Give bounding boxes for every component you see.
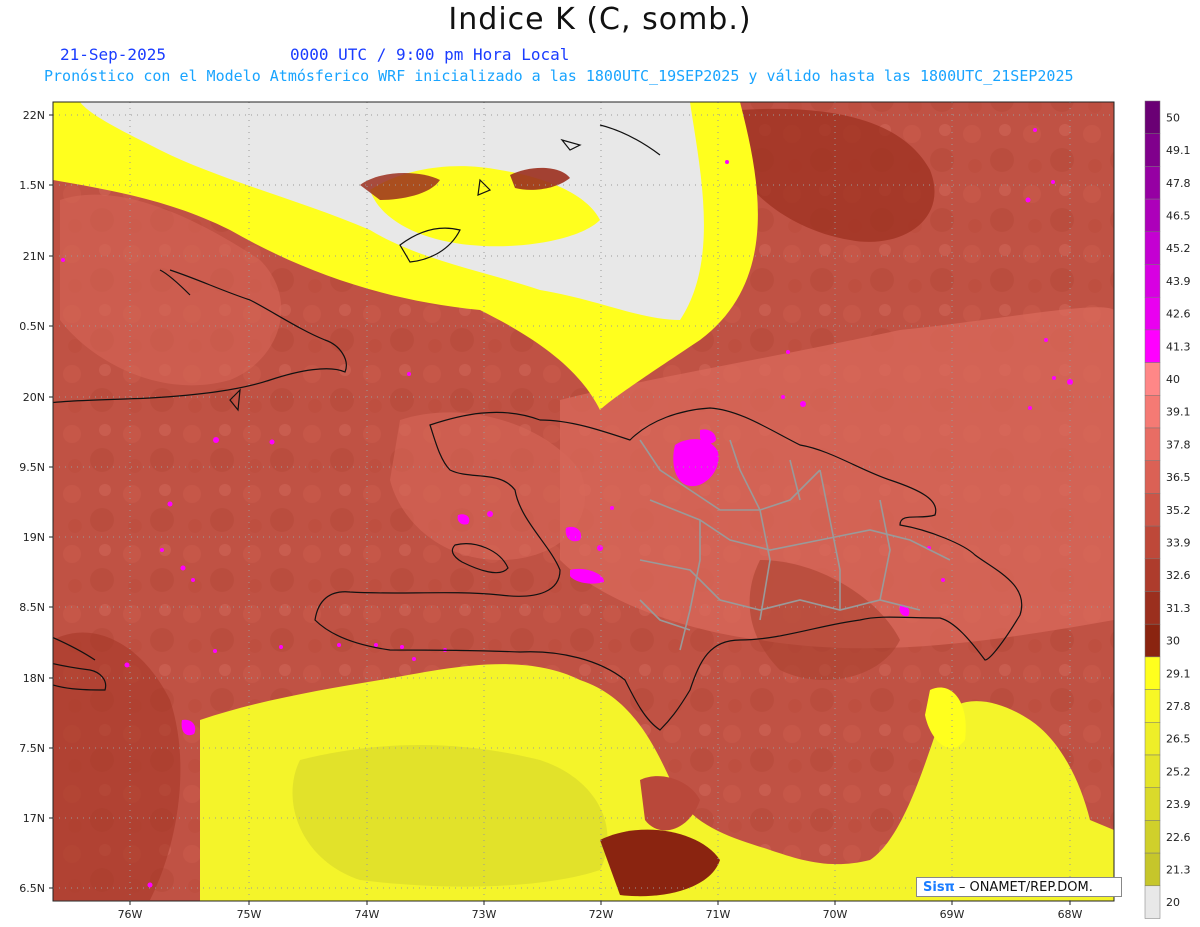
colorbar-label: 21.3	[1166, 863, 1191, 876]
colorbar-label: 33.9	[1166, 536, 1191, 549]
colorbar-swatch	[1144, 623, 1161, 658]
lat-label: 7.5N	[19, 742, 45, 755]
lon-label: 76W	[118, 908, 143, 921]
map-area	[53, 102, 1114, 901]
lat-label: 8.5N	[19, 601, 45, 614]
colorbar-label: 32.6	[1166, 569, 1191, 582]
colorbar-label: 50	[1166, 111, 1180, 124]
lat-label: 1.5N	[19, 179, 45, 192]
colorbar-label: 43.9	[1166, 275, 1191, 288]
map-figure: 22N 1.5N 21N 0.5N 20N 9.5N 19N 8.5N 18N …	[19, 100, 1191, 921]
colorbar-swatch	[1144, 820, 1161, 854]
lon-label: 73W	[472, 908, 497, 921]
colorbar-label: 46.5	[1166, 209, 1191, 222]
colorbar-label: 23.9	[1166, 798, 1191, 811]
lat-label: 22N	[23, 109, 45, 122]
colorbar-swatch	[1144, 133, 1161, 167]
colorbar-label: 36.5	[1166, 471, 1191, 484]
colorbar-swatch	[1144, 198, 1161, 233]
lat-label: 20N	[23, 391, 45, 404]
colorbar-label: 25.2	[1166, 765, 1191, 778]
lon-label: 72W	[589, 908, 614, 921]
latitude-labels: 22N 1.5N 21N 0.5N 20N 9.5N 19N 8.5N 18N …	[19, 109, 45, 895]
colorbar-swatch	[1144, 362, 1161, 396]
credit-text: – ONAMET/REP.DOM.	[958, 879, 1093, 895]
colorbar-label: 42.6	[1166, 308, 1191, 321]
lon-label: 75W	[237, 908, 262, 921]
credit-badge: Sisπ – ONAMET/REP.DOM.	[916, 877, 1122, 897]
colorbar-label: 20	[1166, 896, 1180, 909]
colorbar-label: 37.8	[1166, 438, 1191, 451]
colorbar-label: 39.1	[1166, 406, 1191, 419]
lon-label: 71W	[706, 908, 731, 921]
colorbar-swatch	[1144, 754, 1161, 788]
colorbar-swatch	[1144, 525, 1161, 560]
colorbar-swatch	[1144, 460, 1161, 494]
colorbar-swatch	[1144, 100, 1161, 134]
colorbar-swatch	[1144, 852, 1161, 887]
colorbar-label: 41.3	[1166, 340, 1191, 353]
colorbar-swatch	[1144, 395, 1161, 429]
credit-brand: Sisπ	[923, 879, 955, 895]
lon-label: 70W	[823, 908, 848, 921]
colorbar-label: 47.8	[1166, 177, 1191, 190]
colorbar-swatch	[1144, 427, 1161, 461]
colorbar: 50 49.1 47.8 46.5 45.2 43.9 42.6 41.3 40 39.1 37.8…	[1144, 100, 1191, 919]
colorbar-swatch	[1144, 493, 1161, 527]
lat-label: 17N	[23, 812, 45, 825]
lon-label: 68W	[1058, 908, 1083, 921]
colorbar-label: 40	[1166, 373, 1180, 386]
colorbar-label: 30	[1166, 635, 1180, 648]
colorbar-swatch	[1144, 689, 1161, 723]
colorbar-label: 49.1	[1166, 144, 1191, 157]
colorbar-swatch	[1144, 885, 1161, 919]
colorbar-swatch	[1144, 329, 1161, 363]
colorbar-swatch	[1144, 591, 1161, 625]
colorbar-swatch	[1144, 722, 1161, 756]
colorbar-label: 27.8	[1166, 700, 1191, 713]
colorbar-swatch	[1144, 787, 1161, 821]
lon-label: 69W	[940, 908, 965, 921]
longitude-labels: 76W 75W 74W 73W 72W 71W 70W 69W 68W	[118, 908, 1083, 921]
colorbar-swatch	[1144, 656, 1161, 690]
colorbar-swatch	[1144, 558, 1161, 592]
colorbar-label: 22.6	[1166, 831, 1191, 844]
lat-label: 6.5N	[19, 882, 45, 895]
colorbar-swatch	[1144, 264, 1161, 298]
colorbar-swatch	[1144, 296, 1161, 331]
lat-label: 21N	[23, 250, 45, 263]
lat-label: 19N	[23, 531, 45, 544]
colorbar-label: 31.3	[1166, 602, 1191, 615]
colorbar-swatch	[1144, 166, 1161, 200]
lat-label: 18N	[23, 672, 45, 685]
colorbar-label: 29.1	[1166, 667, 1191, 680]
lat-label: 9.5N	[19, 461, 45, 474]
lat-label: 0.5N	[19, 320, 45, 333]
colorbar-swatch	[1144, 231, 1161, 265]
lon-label: 74W	[355, 908, 380, 921]
colorbar-label: 35.2	[1166, 504, 1191, 517]
colorbar-label: 45.2	[1166, 242, 1191, 255]
colorbar-label: 26.5	[1166, 733, 1191, 746]
